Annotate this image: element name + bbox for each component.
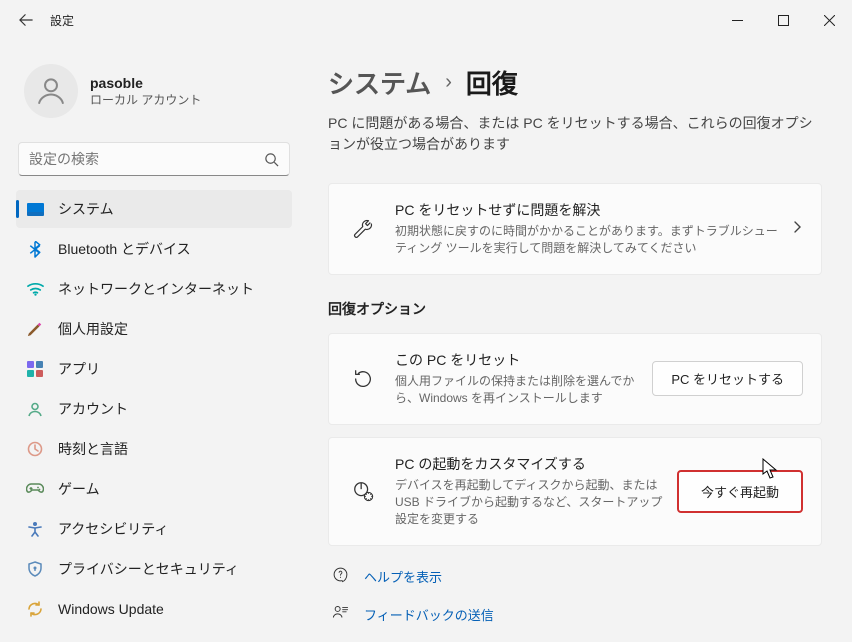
sidebar-item-label: 時刻と言語: [58, 439, 128, 459]
sidebar-item-label: ゲーム: [58, 479, 100, 499]
advanced-title: PC の起動をカスタマイズする: [395, 454, 665, 474]
help-icon: [332, 566, 352, 588]
window-controls: [714, 4, 852, 36]
breadcrumb-parent[interactable]: システム: [328, 64, 431, 101]
help-link[interactable]: ヘルプを表示: [364, 567, 442, 586]
chevron-right-icon: [791, 220, 803, 238]
feedback-link[interactable]: フィードバックの送信: [364, 605, 494, 624]
sidebar-item-accessibility[interactable]: アクセシビリティ: [16, 510, 292, 548]
accessibility-icon: [22, 521, 48, 537]
close-button[interactable]: [806, 4, 852, 36]
search-input[interactable]: [29, 151, 264, 167]
reset-icon: [347, 368, 379, 390]
accounts-icon: [22, 401, 48, 417]
help-link-row: ヘルプを表示: [328, 558, 822, 596]
update-icon: [22, 601, 48, 617]
arrow-left-icon: [19, 13, 33, 27]
personalization-icon: [22, 321, 48, 337]
window-title: 設定: [50, 12, 74, 29]
reset-desc: 個人用ファイルの保持または削除を選んでから、Windows を再インストールしま…: [395, 373, 640, 408]
time-icon: [22, 441, 48, 457]
user-block[interactable]: pasoble ローカル アカウント: [16, 56, 292, 138]
chevron-right-icon: ›: [445, 71, 452, 94]
sidebar-item-label: システム: [58, 199, 114, 219]
troubleshoot-title: PC をリセットせずに問題を解決: [395, 200, 779, 220]
advanced-desc: デバイスを再起動してディスクから起動、または USB ドライブから起動するなど、…: [395, 477, 665, 529]
minimize-icon: [732, 15, 743, 26]
troubleshoot-desc: 初期状態に戻すのに時間がかかることがあります。まずトラブルシューティング ツール…: [395, 223, 779, 258]
apps-icon: [22, 361, 48, 377]
sidebar-item-system[interactable]: システム: [16, 190, 292, 228]
sidebar: pasoble ローカル アカウント システム Bluetooth とデバイスネッ…: [0, 40, 300, 642]
sidebar-item-label: アカウント: [58, 399, 128, 419]
maximize-icon: [778, 15, 789, 26]
breadcrumb: システム › 回復: [328, 64, 822, 101]
sidebar-item-label: アプリ: [58, 359, 100, 379]
gaming-icon: [22, 483, 48, 495]
system-icon: [22, 203, 48, 216]
reset-pc-card: この PC をリセット 個人用ファイルの保持または削除を選んでから、Window…: [328, 333, 822, 425]
sidebar-item-label: 個人用設定: [58, 319, 128, 339]
reset-title: この PC をリセット: [395, 350, 640, 370]
person-icon: [34, 74, 68, 108]
privacy-icon: [22, 561, 48, 577]
search-box[interactable]: [18, 142, 290, 176]
content-area: システム › 回復 PC に問題がある場合、または PC をリセットする場合、こ…: [300, 40, 852, 642]
sidebar-item-network[interactable]: ネットワークとインターネット: [16, 270, 292, 308]
sidebar-item-label: Windows Update: [58, 601, 164, 617]
titlebar: 設定: [0, 0, 852, 40]
user-subtitle: ローカル アカウント: [90, 91, 201, 108]
sidebar-item-time[interactable]: 時刻と言語: [16, 430, 292, 468]
feedback-link-row: フィードバックの送信: [328, 596, 822, 634]
nav-list: システム Bluetooth とデバイスネットワークとインターネット個人用設定アプ…: [16, 190, 292, 628]
back-button[interactable]: [10, 4, 42, 36]
close-icon: [824, 15, 835, 26]
power-settings-icon: [347, 480, 379, 502]
search-icon: [264, 152, 279, 167]
page-description: PC に問題がある場合、または PC をリセットする場合、これらの回復オプション…: [328, 113, 822, 155]
sidebar-item-apps[interactable]: アプリ: [16, 350, 292, 388]
page-title: 回復: [466, 64, 518, 101]
sidebar-item-bluetooth[interactable]: Bluetooth とデバイス: [16, 230, 292, 268]
sidebar-item-gaming[interactable]: ゲーム: [16, 470, 292, 508]
user-name: pasoble: [90, 75, 201, 91]
sidebar-item-accounts[interactable]: アカウント: [16, 390, 292, 428]
bluetooth-icon: [22, 241, 48, 258]
sidebar-item-personalization[interactable]: 個人用設定: [16, 310, 292, 348]
reset-pc-button[interactable]: PC をリセットする: [652, 361, 803, 396]
section-title: 回復オプション: [328, 299, 822, 319]
sidebar-item-label: Bluetooth とデバイス: [58, 239, 191, 259]
avatar: [24, 64, 78, 118]
sidebar-item-update[interactable]: Windows Update: [16, 590, 292, 628]
sidebar-item-label: プライバシーとセキュリティ: [58, 559, 239, 579]
advanced-startup-card: PC の起動をカスタマイズする デバイスを再起動してディスクから起動、または U…: [328, 437, 822, 546]
maximize-button[interactable]: [760, 4, 806, 36]
troubleshoot-card[interactable]: PC をリセットせずに問題を解決 初期状態に戻すのに時間がかかることがあります。…: [328, 183, 822, 275]
restart-now-button[interactable]: 今すぐ再起動: [677, 470, 803, 513]
sidebar-item-privacy[interactable]: プライバシーとセキュリティ: [16, 550, 292, 588]
feedback-icon: [332, 604, 352, 626]
network-icon: [22, 282, 48, 296]
sidebar-item-label: ネットワークとインターネット: [58, 279, 254, 299]
minimize-button[interactable]: [714, 4, 760, 36]
sidebar-item-label: アクセシビリティ: [58, 519, 168, 539]
wrench-icon: [347, 218, 379, 240]
